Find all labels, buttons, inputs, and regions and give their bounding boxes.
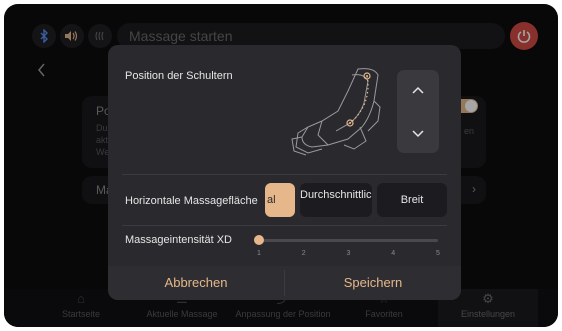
massage-chair-icon [291, 68, 381, 156]
horizontal-area-label: Horizontale Massagefläche [125, 195, 258, 207]
shoulder-settings-modal: Position der Schultern Horizontale Massa… [108, 45, 461, 300]
modal-footer: Abbrechen Speichern [108, 266, 461, 300]
intensity-tick-label: 5 [436, 250, 440, 257]
shoulder-down-button[interactable] [397, 112, 439, 153]
intensity-tick-label: 2 [301, 250, 306, 257]
intensity-slider[interactable] [259, 239, 438, 242]
intensity-label: Massageintensität XD [125, 234, 232, 246]
chevron-down-icon [412, 129, 424, 137]
segment-average[interactable]: Durchschnittlich [300, 183, 372, 217]
divider [122, 174, 447, 175]
intensity-tick-label: 4 [391, 250, 396, 257]
intensity-tick-label: 1 [257, 250, 261, 257]
segment-normal[interactable]: al [265, 183, 295, 217]
intensity-slider-thumb[interactable] [254, 235, 264, 245]
app-screen: Massage starten Pos Du akt We en Ma › ⌂ … [4, 4, 558, 327]
shoulder-up-button[interactable] [397, 70, 439, 111]
shoulder-stepper [397, 70, 439, 153]
segment-wide[interactable]: Breit [377, 183, 447, 217]
divider [122, 225, 447, 226]
shoulder-position-title: Position der Schultern [125, 70, 233, 82]
save-button[interactable]: Speichern [285, 266, 461, 300]
cancel-button[interactable]: Abbrechen [108, 266, 284, 300]
intensity-tick-label: 3 [346, 250, 351, 257]
chevron-up-icon [412, 86, 424, 94]
